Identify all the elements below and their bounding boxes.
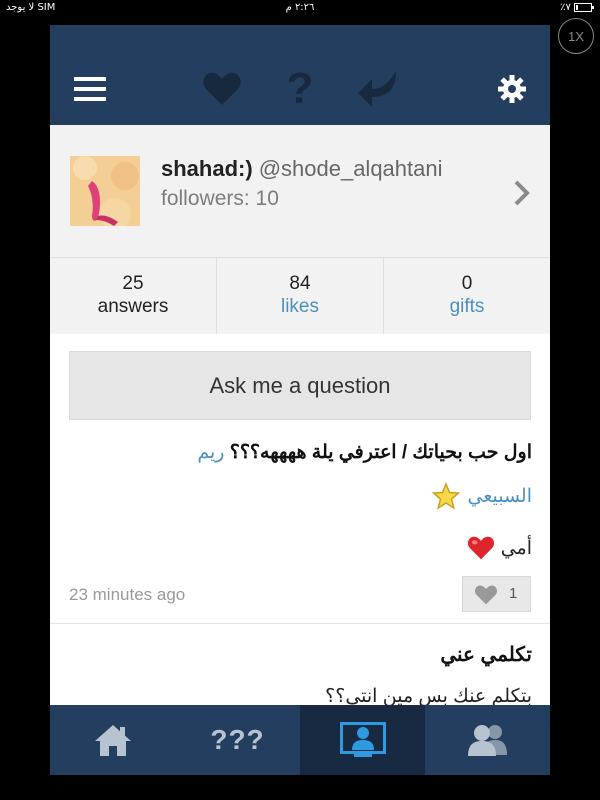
ask-question-button[interactable]: Ask me a question: [69, 351, 531, 420]
clock: ٢:٢٦ م: [285, 2, 315, 13]
friends-icon: [467, 725, 507, 756]
reply-icon[interactable]: [353, 71, 403, 107]
divider: [50, 623, 550, 624]
chevron-right-icon[interactable]: [512, 179, 532, 207]
username: @shode_alqahtani: [258, 156, 443, 181]
asker-link[interactable]: ريم: [197, 442, 224, 463]
question-title: اول حب بحياتك / اعترفي يلة ههههه؟؟؟: [229, 442, 532, 463]
stat-gifts[interactable]: 0 gifts: [384, 258, 550, 334]
star-icon: [431, 482, 460, 510]
top-nav-bar: ?: [50, 25, 550, 125]
stat-label: answers: [97, 296, 169, 317]
question-icon[interactable]: ?: [275, 67, 325, 111]
bottom-tab-bar: ???: [50, 705, 550, 775]
timestamp: 23 minutes ago: [69, 585, 186, 604]
battery-icon: [574, 2, 594, 12]
question-title: تكلمي عني: [440, 644, 532, 666]
answer-body: أمي: [500, 537, 532, 559]
tab-home[interactable]: [50, 705, 175, 775]
asker-line: السبيعي: [250, 482, 532, 510]
like-count: 1: [509, 585, 518, 602]
stat-likes[interactable]: 84 likes: [217, 258, 384, 334]
avatar[interactable]: [70, 156, 140, 226]
tab-friends[interactable]: [425, 705, 550, 775]
battery-indicator: ٪٧: [560, 2, 594, 13]
answer-text: أمي: [350, 535, 532, 561]
heart-icon: [475, 585, 497, 605]
heart-icon[interactable]: [197, 71, 247, 107]
stat-number: 25: [122, 273, 144, 294]
display-name: shahad:): [161, 156, 253, 181]
tab-profile[interactable]: [300, 705, 425, 775]
gear-icon[interactable]: [487, 71, 537, 107]
battery-percent: ٪٧: [560, 2, 571, 13]
zoom-button[interactable]: 1X: [558, 18, 594, 54]
menu-icon[interactable]: [65, 71, 115, 107]
stat-number: 0: [461, 273, 473, 294]
home-icon: [94, 725, 131, 756]
app-window: ? shahad:) @shode_alqahtani followers: 1…: [50, 25, 550, 775]
asker-link[interactable]: السبيعي: [468, 485, 533, 508]
status-bar: لا يوجد SIM ٢:٢٦ م ٪٧: [0, 0, 600, 16]
profile-icon: [339, 722, 386, 757]
stats-bar: 25 answers 84 likes 0 gifts: [50, 257, 550, 334]
stat-label: likes: [280, 296, 319, 317]
question-text: اول حب بحياتك / اعترفي يلة ههههه؟؟؟ ريم: [110, 441, 532, 464]
stat-label: gifts: [449, 296, 485, 317]
red-heart-icon: [467, 536, 494, 560]
like-button[interactable]: 1: [462, 576, 531, 612]
tab-questions[interactable]: ???: [175, 705, 300, 775]
profile-name: shahad:) @shode_alqahtani: [161, 156, 443, 182]
questions-icon: ???: [210, 724, 265, 755]
stat-number: 84: [289, 273, 311, 294]
stat-answers[interactable]: 25 answers: [50, 258, 217, 334]
profile-header[interactable]: shahad:) @shode_alqahtani followers: 10: [50, 125, 550, 257]
followers-count: followers: 10: [161, 187, 279, 210]
